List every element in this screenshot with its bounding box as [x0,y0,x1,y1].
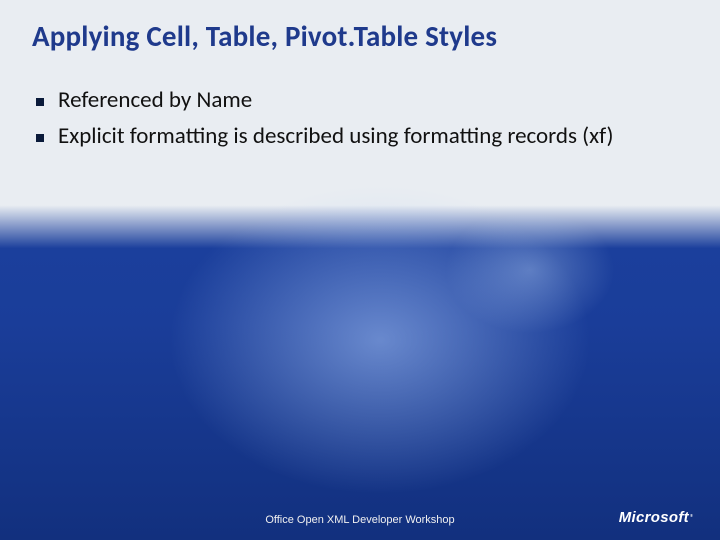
slide: Applying Cell, Table, Pivot.Table Styles… [0,0,720,540]
bullet-icon [36,98,44,106]
bullet-text: Referenced by Name [58,86,252,116]
list-item: Referenced by Name [36,86,684,116]
footer-text: Office Open XML Developer Workshop [0,514,720,526]
bullet-text: Explicit formatting is described using f… [58,122,613,152]
logo-brand-text: Microsoft [619,509,689,526]
list-item: Explicit formatting is described using f… [36,122,684,152]
bullet-icon [36,134,44,142]
slide-body: Referenced by Name Explicit formatting i… [36,86,684,158]
slide-title: Applying Cell, Table, Pivot.Table Styles [32,18,688,54]
registered-mark: ® [690,513,694,523]
microsoft-logo: Microsoft® [619,509,694,526]
